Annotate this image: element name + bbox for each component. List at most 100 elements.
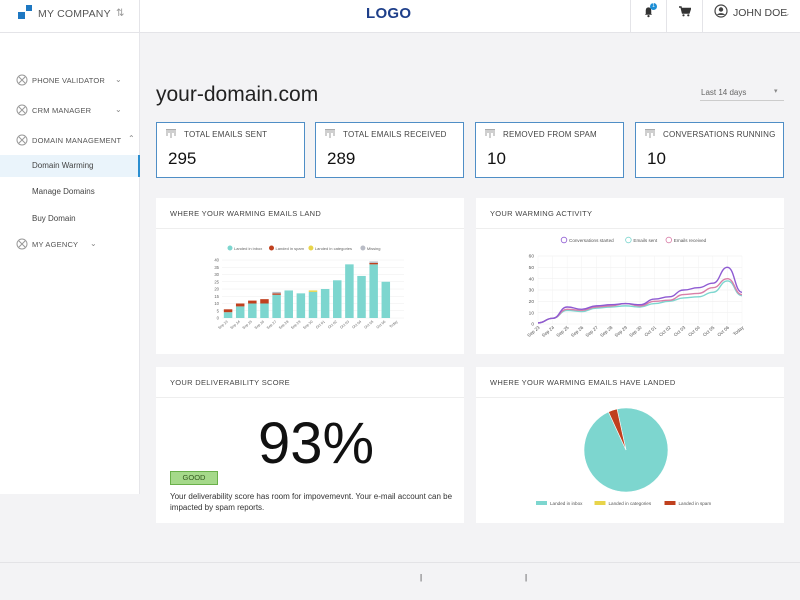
y-tick-label: 10: [529, 310, 535, 316]
circle-x-icon: [16, 104, 28, 116]
stat-card-removed-spam: REMOVED FROM SPAM 10: [475, 122, 624, 178]
date-range-select[interactable]: Last 14 days ▾: [700, 86, 784, 101]
legend-label: Landed in spam: [276, 246, 305, 251]
stat-value: 289: [327, 149, 356, 168]
sidebar-subitem-manage-domains[interactable]: Manage Domains: [0, 181, 140, 203]
stat-label: REMOVED FROM SPAM: [503, 130, 597, 139]
bar: [235, 303, 245, 307]
sidebar-item-crm-manager[interactable]: CRM MANAGER ⌄: [0, 101, 140, 121]
legend-label: Landed in inbox: [234, 246, 262, 251]
user-avatar-icon: [714, 4, 728, 18]
x-tick-label: Oct 05: [702, 325, 716, 338]
bar: [369, 262, 378, 265]
sidebar-item-label: PHONE VALIDATOR: [32, 76, 106, 85]
score-description: Your deliverability score has room for i…: [170, 492, 453, 512]
panel-emails-landed: WHERE YOUR WARMING EMAILS HAVE LANDED La…: [476, 367, 784, 523]
y-tick-label: 0: [217, 316, 220, 321]
panel-emails-land: WHERE YOUR WARMING EMAILS LAND Landed in…: [156, 198, 464, 354]
divider: [156, 228, 464, 229]
x-tick-label: Sep 30: [628, 325, 643, 338]
legend-swatch: [664, 501, 676, 505]
y-tick-label: 40: [529, 276, 535, 282]
stat-value: 10: [487, 149, 506, 168]
footer: | |: [0, 562, 800, 600]
stat-card-total-received: TOTAL EMAILS RECEIVED 289: [315, 122, 464, 178]
bar: [345, 264, 354, 318]
x-tick-label: Sep 25: [555, 325, 570, 338]
chevron-down-icon: ⌄: [115, 75, 122, 84]
x-tick-label: Oct 04: [351, 320, 362, 330]
logo[interactable]: LOGO: [366, 5, 411, 22]
sidebar-subitem-buy-domain[interactable]: Buy Domain: [0, 208, 140, 230]
legend-label: Emails sent: [633, 238, 657, 243]
x-tick-label: Sep 26: [254, 320, 265, 330]
bar: [369, 264, 378, 318]
y-tick-label: 60: [529, 254, 535, 260]
legend-swatch: [269, 245, 274, 251]
x-tick-label: Sep 27: [266, 320, 277, 330]
x-tick-label: Oct 01: [315, 320, 326, 330]
sidebar-item-label: CRM MANAGER: [32, 106, 92, 115]
stat-icon: [325, 129, 335, 138]
stat-icon: [166, 129, 176, 138]
y-tick-label: 20: [529, 299, 535, 305]
user-menu[interactable]: JOHN DOE ⌄: [702, 0, 800, 33]
chevron-down-icon: ⌄: [90, 239, 97, 248]
x-tick-label: Oct 03: [673, 325, 687, 338]
x-tick-label: Sep 24: [541, 325, 556, 338]
stat-label: TOTAL EMAILS RECEIVED: [343, 130, 447, 139]
panel-title: WHERE YOUR WARMING EMAILS LAND: [170, 209, 322, 218]
y-tick-label: 50: [529, 265, 535, 271]
stat-card-conversations: CONVERSATIONS RUNNING 10: [635, 122, 784, 178]
x-tick-label: Sep 30: [302, 320, 313, 330]
sidebar-item-domain-management[interactable]: DOMAIN MANAGEMENT ⌃: [0, 131, 140, 151]
stat-card-total-sent: TOTAL EMAILS SENT 295: [156, 122, 305, 178]
x-tick-label: Oct 04: [687, 325, 701, 338]
chevron-up-icon: ⌃: [128, 134, 135, 143]
legend-swatch: [536, 501, 547, 505]
legend-swatch: [227, 245, 233, 251]
stat-value: 295: [168, 149, 197, 168]
sidebar-subitem-domain-warming[interactable]: Domain Warming: [0, 155, 140, 177]
chevron-down-icon: ⌄: [115, 105, 122, 114]
y-tick-label: 30: [214, 272, 219, 277]
x-tick-label: Sep 27: [585, 325, 600, 338]
company-logo-icon: [18, 5, 32, 19]
panel-title: YOUR WARMING ACTIVITY: [490, 209, 593, 218]
footer-separator: |: [525, 573, 528, 582]
cart-button[interactable]: [666, 0, 702, 33]
circle-x-icon: [16, 134, 28, 146]
sidebar-subitem-label: Manage Domains: [32, 187, 95, 196]
bar: [357, 275, 366, 318]
bar: [284, 290, 293, 318]
x-tick-label: Oct 01: [644, 325, 658, 338]
bar: [272, 293, 281, 295]
stat-icon: [485, 129, 495, 138]
circle-x-icon: [16, 74, 28, 86]
y-tick-label: 25: [214, 279, 219, 284]
cart-icon: [679, 6, 691, 17]
x-tick-label: Oct 03: [339, 320, 350, 330]
x-tick-label: Sep 29: [290, 320, 301, 330]
bar: [296, 293, 306, 318]
notifications-button[interactable]: 1: [630, 0, 666, 33]
date-range-value: Last 14 days: [701, 88, 747, 97]
top-bar: MY COMPANY ⇅ LOGO 1 JOHN DOE ⌄: [0, 0, 800, 33]
switch-icon[interactable]: ⇅: [116, 8, 124, 19]
sidebar-item-phone-validator[interactable]: PHONE VALIDATOR ⌄: [0, 71, 140, 91]
company-switcher[interactable]: MY COMPANY ⇅: [0, 0, 140, 33]
stat-icon: [645, 129, 655, 138]
bar: [235, 306, 245, 318]
bar: [333, 280, 342, 318]
stat-value: 10: [647, 149, 666, 168]
x-tick-label: Sep 24: [230, 320, 241, 330]
pie-chart: Landed in inbox Landed in categories Lande…: [536, 407, 711, 506]
bar-chart: Landed in inbox Landed in spam Landed in c…: [214, 245, 404, 330]
y-tick-label: 40: [214, 258, 219, 263]
divider: [476, 228, 784, 229]
legend-swatch: [594, 501, 606, 505]
legend-label: Landed in categories: [609, 501, 652, 506]
bar: [272, 291, 281, 294]
sidebar-item-my-agency[interactable]: MY AGENCY ⌄: [0, 235, 140, 255]
notification-badge: 1: [650, 3, 657, 10]
